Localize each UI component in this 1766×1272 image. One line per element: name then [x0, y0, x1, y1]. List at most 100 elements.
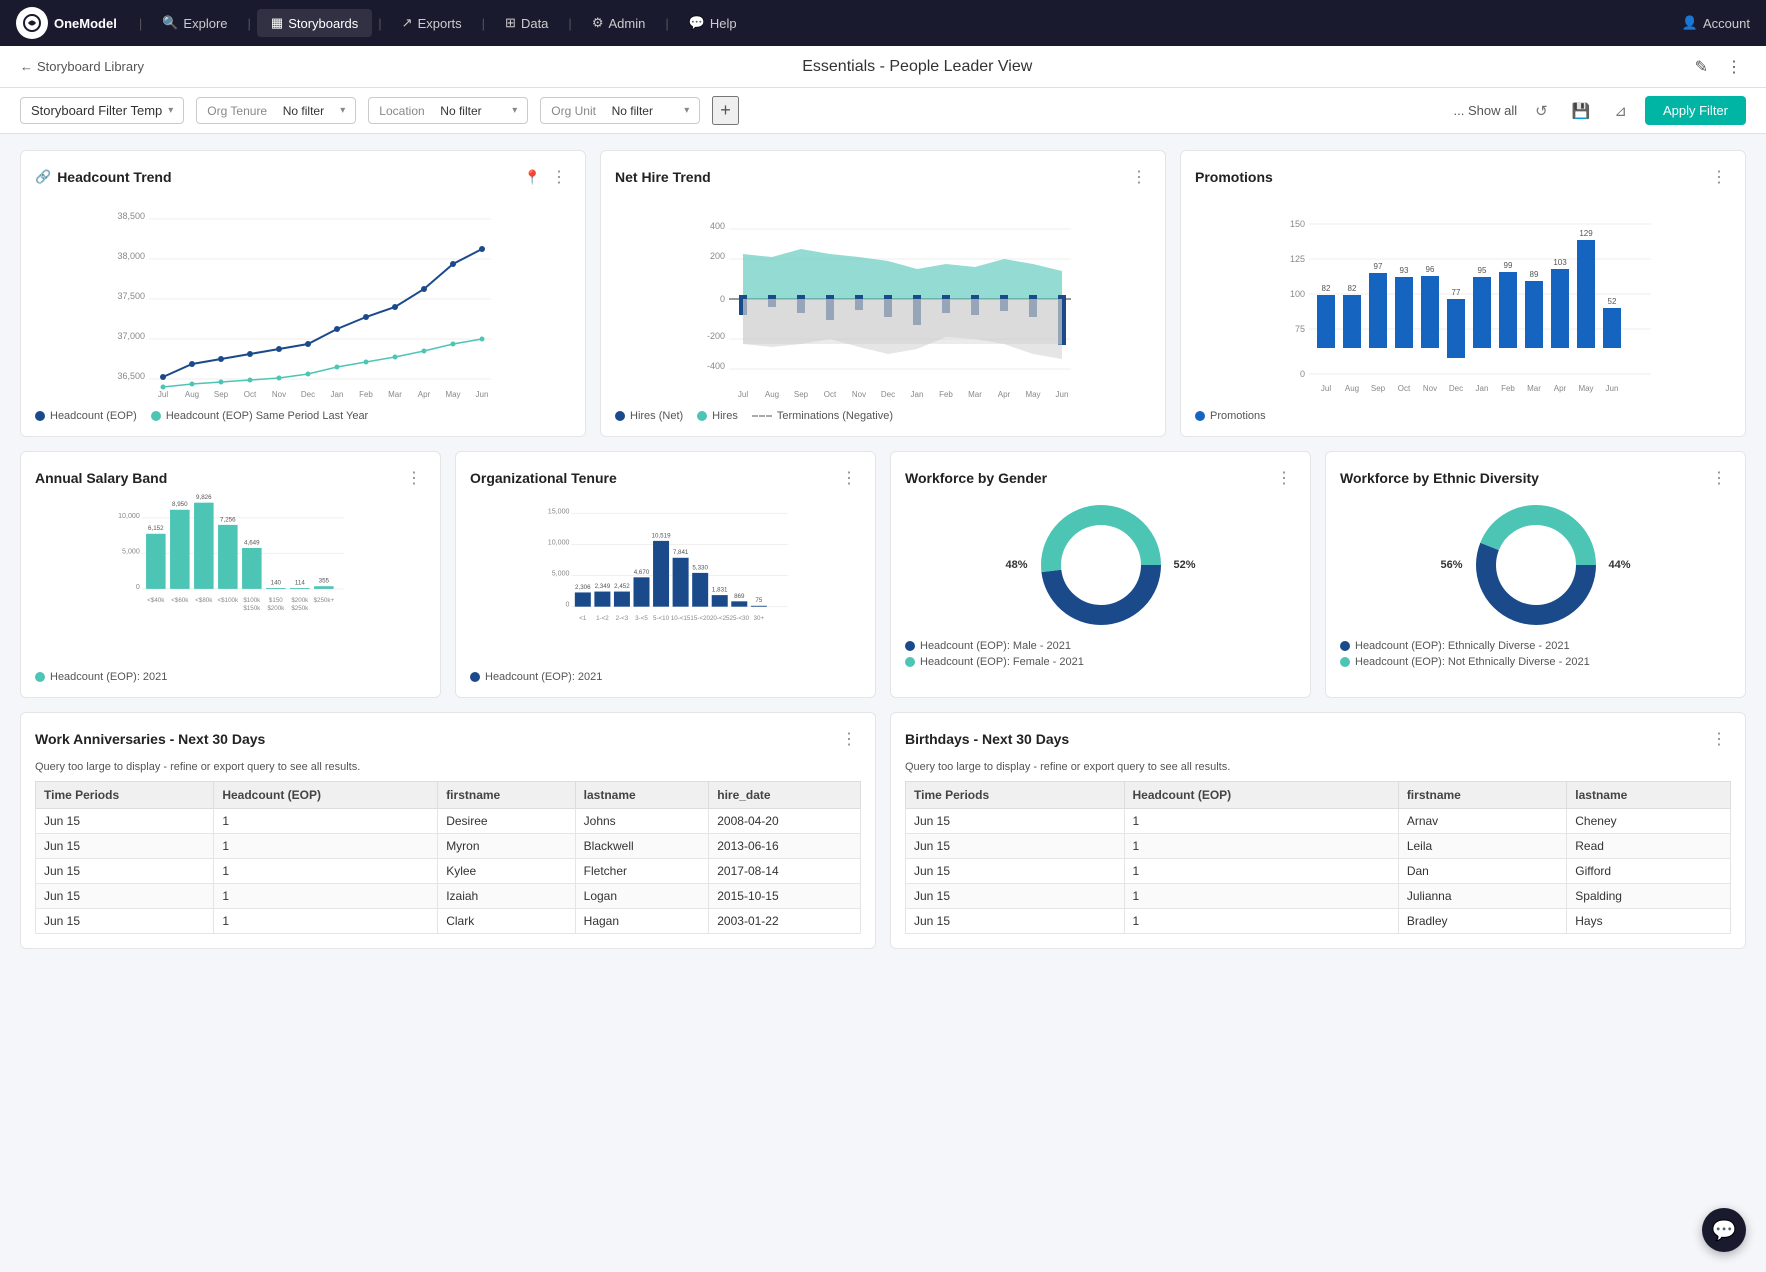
account-menu[interactable]: 👤 Account: [1682, 15, 1750, 31]
org-tenure-filter[interactable]: Org Tenure No filter ▾: [196, 97, 356, 124]
birthdays-header-row: Time Periods Headcount (EOP) firstname l…: [906, 782, 1731, 809]
svg-text:4,649: 4,649: [244, 539, 260, 546]
sub-header-actions: ✎ ⋮: [1691, 53, 1746, 81]
col-time-periods-2: Time Periods: [906, 782, 1125, 809]
svg-text:99: 99: [1504, 261, 1513, 270]
col-hire-date: hire_date: [709, 782, 861, 809]
nav-explore[interactable]: 🔍 Explore: [148, 9, 241, 37]
nav-admin[interactable]: ⚙ Admin: [578, 9, 660, 37]
svg-text:20-<25: 20-<25: [710, 615, 730, 622]
svg-text:15,000: 15,000: [548, 507, 570, 515]
back-link[interactable]: ← Storyboard Library: [20, 59, 144, 74]
svg-text:2,306: 2,306: [575, 584, 591, 591]
svg-text:82: 82: [1348, 284, 1357, 293]
reset-filter-icon[interactable]: ↺: [1529, 98, 1554, 124]
svg-text:2,452: 2,452: [614, 583, 630, 590]
promotions-chart: 150 125 100 75 0 82 82: [1195, 199, 1731, 399]
legend-terminations: Terminations (Negative): [752, 410, 893, 422]
svg-text:8,950: 8,950: [172, 501, 188, 508]
headcount-trend-header: 🔗 Headcount Trend 📍 ⋮: [35, 165, 571, 189]
template-filter-dropdown[interactable]: Storyboard Filter Temp ▾: [20, 97, 184, 124]
edit-button[interactable]: ✎: [1691, 53, 1712, 81]
svg-text:37,000: 37,000: [117, 331, 145, 341]
svg-text:Apr: Apr: [418, 390, 431, 399]
chart-menu-icon-7[interactable]: ⋮: [1707, 466, 1731, 490]
ethnic-pct-right: 44%: [1609, 559, 1631, 571]
annual-salary-card: Annual Salary Band ⋮ 10,000 5,000 0 6,: [20, 451, 441, 698]
svg-text:Dec: Dec: [301, 390, 315, 399]
svg-text:5,330: 5,330: [692, 564, 708, 571]
chart-menu-icon-2[interactable]: ⋮: [1127, 165, 1151, 189]
chart-menu-icon-3[interactable]: ⋮: [1707, 165, 1731, 189]
table-row: Jun 151ClarkHagan2003-01-22: [36, 909, 861, 934]
chevron-down-icon-3: ▾: [512, 105, 517, 116]
filter-settings-icon[interactable]: ⊿: [1608, 98, 1633, 124]
chart-menu-icon-4[interactable]: ⋮: [402, 466, 426, 490]
svg-text:-200: -200: [707, 331, 725, 341]
work-anniversaries-card: Work Anniversaries - Next 30 Days ⋮ Quer…: [20, 712, 876, 949]
col-lastname-2: lastname: [1567, 782, 1731, 809]
nav-data[interactable]: ⊞ Data: [491, 9, 562, 37]
svg-text:May: May: [1578, 384, 1593, 393]
chart-menu-icon-6[interactable]: ⋮: [1272, 466, 1296, 490]
save-filter-icon[interactable]: 💾: [1566, 98, 1597, 124]
ethnic-donut-container: 56% 44%: [1340, 500, 1731, 630]
svg-text:75: 75: [755, 597, 762, 604]
svg-text:$200k: $200k: [291, 597, 309, 604]
svg-text:<$40k: <$40k: [147, 597, 165, 604]
col-time-periods-1: Time Periods: [36, 782, 214, 809]
chart-menu-icon-9[interactable]: ⋮: [1707, 727, 1731, 751]
net-hire-trend-card: Net Hire Trend ⋮ 400 200 0 -200 -400: [600, 150, 1166, 437]
svg-text:Jan: Jan: [911, 390, 924, 399]
svg-text:Mar: Mar: [1527, 384, 1541, 393]
svg-text:37,500: 37,500: [117, 291, 145, 301]
table-row: Jun 151LeilaRead: [906, 834, 1731, 859]
svg-text:Sep: Sep: [794, 390, 809, 399]
chart-menu-icon[interactable]: ⋮: [547, 165, 571, 189]
svg-text:$150k: $150k: [243, 605, 261, 612]
legend-hires-net: Hires (Net): [615, 410, 683, 422]
svg-text:Mar: Mar: [388, 390, 402, 399]
add-filter-button[interactable]: +: [712, 96, 739, 125]
nav-help[interactable]: 💬 Help: [675, 9, 751, 37]
chart-menu-icon-8[interactable]: ⋮: [837, 727, 861, 751]
apply-filter-button[interactable]: Apply Filter: [1645, 96, 1746, 125]
nav-exports[interactable]: ↗ Exports: [388, 9, 476, 37]
svg-text:Feb: Feb: [359, 390, 373, 399]
chart-menu-icon-5[interactable]: ⋮: [837, 466, 861, 490]
nav-storyboards[interactable]: ▦ Storyboards: [257, 9, 372, 37]
show-all-button[interactable]: ... Show all: [1454, 103, 1518, 118]
legend-promotions: Promotions: [1195, 410, 1266, 422]
location-filter[interactable]: Location No filter ▾: [368, 97, 528, 124]
svg-text:355: 355: [319, 578, 330, 585]
svg-text:Apr: Apr: [998, 390, 1011, 399]
headcount-trend-chart: 38,500 38,000 37,500 37,000 36,500: [35, 199, 571, 399]
more-options-button[interactable]: ⋮: [1722, 53, 1746, 81]
pin-icon[interactable]: 📍: [524, 169, 541, 186]
logo[interactable]: OneModel: [16, 7, 117, 39]
svg-text:25-<30: 25-<30: [730, 615, 750, 622]
work-anniversaries-header: Work Anniversaries - Next 30 Days ⋮: [35, 727, 861, 751]
workforce-ethnic-card: Workforce by Ethnic Diversity ⋮ 56% 44% …: [1325, 451, 1746, 698]
nav-sep-1: |: [139, 16, 142, 31]
col-firstname-2: firstname: [1398, 782, 1566, 809]
chat-bubble[interactable]: 💬: [1702, 1208, 1746, 1252]
work-anniversaries-table: Time Periods Headcount (EOP) firstname l…: [35, 781, 861, 934]
net-hire-trend-header: Net Hire Trend ⋮: [615, 165, 1151, 189]
svg-text:Jul: Jul: [158, 390, 168, 399]
org-unit-filter[interactable]: Org Unit No filter ▾: [540, 97, 700, 124]
svg-text:$100k: $100k: [243, 597, 261, 604]
svg-text:125: 125: [1290, 254, 1305, 264]
table-row: Jun 151DesireeJohns2008-04-20: [36, 809, 861, 834]
svg-text:97: 97: [1374, 262, 1383, 271]
table-row: Jun 151KyleeFletcher2017-08-14: [36, 859, 861, 884]
svg-text:Nov: Nov: [1423, 384, 1437, 393]
gender-donut-container: 48% 52%: [905, 500, 1296, 630]
svg-text:0: 0: [566, 601, 570, 609]
charts-row-2: Annual Salary Band ⋮ 10,000 5,000 0 6,: [20, 451, 1746, 698]
link-icon: 🔗: [35, 169, 51, 185]
svg-text:38,500: 38,500: [117, 211, 145, 221]
headcount-trend-card: 🔗 Headcount Trend 📍 ⋮ 38,500 38,000 37,5…: [20, 150, 586, 437]
gender-pct-left: 48%: [1005, 559, 1027, 571]
page-title: Essentials - People Leader View: [144, 58, 1691, 76]
